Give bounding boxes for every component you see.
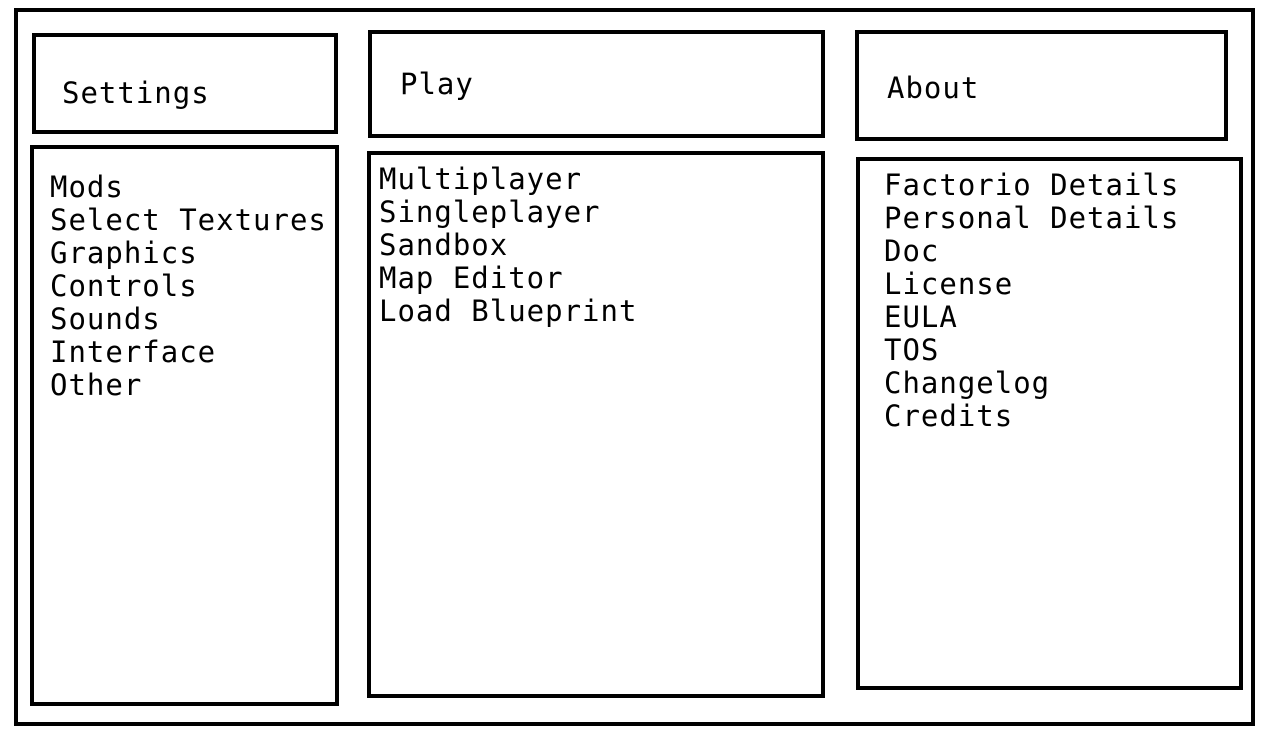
about-item-license[interactable]: License bbox=[884, 268, 1179, 301]
about-header[interactable]: About bbox=[855, 30, 1228, 141]
play-header[interactable]: Play bbox=[368, 30, 825, 138]
settings-item-mods[interactable]: Mods bbox=[50, 171, 327, 204]
settings-item-graphics[interactable]: Graphics bbox=[50, 237, 327, 270]
play-item-load-blueprint[interactable]: Load Blueprint bbox=[379, 295, 637, 328]
about-menu-list: Factorio Details Personal Details Doc Li… bbox=[884, 169, 1179, 433]
play-item-sandbox[interactable]: Sandbox bbox=[379, 229, 637, 262]
play-menu-panel: Multiplayer Singleplayer Sandbox Map Edi… bbox=[367, 151, 825, 698]
settings-item-interface[interactable]: Interface bbox=[50, 336, 327, 369]
about-title: About bbox=[887, 71, 980, 105]
settings-item-sounds[interactable]: Sounds bbox=[50, 303, 327, 336]
about-item-personal-details[interactable]: Personal Details bbox=[884, 202, 1179, 235]
settings-item-select-textures[interactable]: Select Textures bbox=[50, 204, 327, 237]
about-menu-panel: Factorio Details Personal Details Doc Li… bbox=[856, 157, 1243, 690]
about-item-doc[interactable]: Doc bbox=[884, 235, 1179, 268]
settings-item-other[interactable]: Other bbox=[50, 369, 327, 402]
about-item-eula[interactable]: EULA bbox=[884, 301, 1179, 334]
about-item-tos[interactable]: TOS bbox=[884, 334, 1179, 367]
settings-header[interactable]: Settings bbox=[32, 33, 338, 134]
play-item-multiplayer[interactable]: Multiplayer bbox=[379, 163, 637, 196]
about-item-factorio-details[interactable]: Factorio Details bbox=[884, 169, 1179, 202]
settings-title: Settings bbox=[62, 76, 210, 110]
play-menu-list: Multiplayer Singleplayer Sandbox Map Edi… bbox=[379, 163, 637, 328]
settings-menu-panel: Mods Select Textures Graphics Controls S… bbox=[30, 145, 339, 706]
settings-item-controls[interactable]: Controls bbox=[50, 270, 327, 303]
play-item-singleplayer[interactable]: Singleplayer bbox=[379, 196, 637, 229]
play-item-map-editor[interactable]: Map Editor bbox=[379, 262, 637, 295]
about-item-credits[interactable]: Credits bbox=[884, 400, 1179, 433]
about-item-changelog[interactable]: Changelog bbox=[884, 367, 1179, 400]
play-title: Play bbox=[400, 67, 474, 101]
settings-menu-list: Mods Select Textures Graphics Controls S… bbox=[50, 171, 327, 402]
